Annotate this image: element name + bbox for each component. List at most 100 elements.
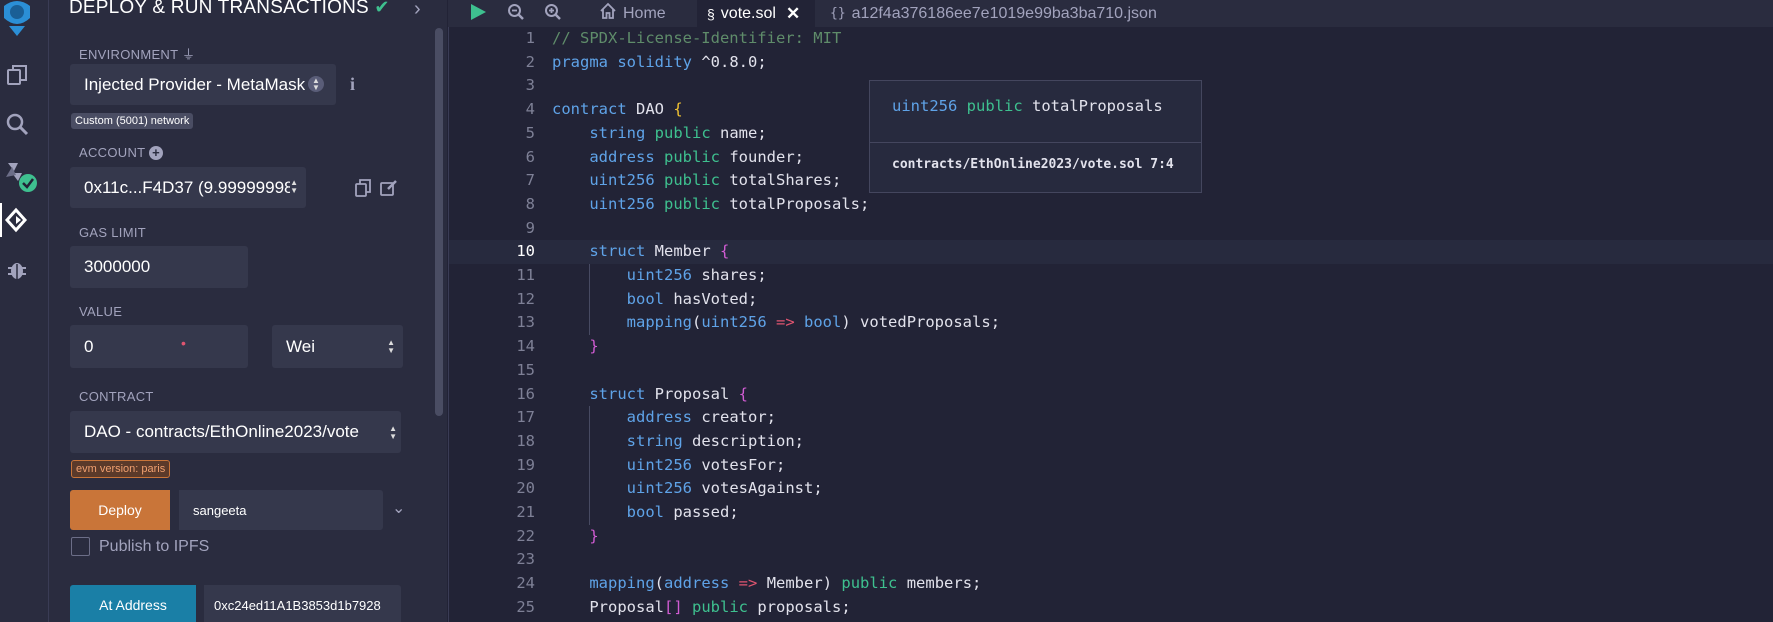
tab-json[interactable]: {} a12f4a376186ee7e1019e99ba3ba710.json <box>826 0 1157 27</box>
value-input[interactable]: 0 • <box>70 325 248 368</box>
file-explorer-icon[interactable] <box>0 58 34 92</box>
code-line[interactable]: 23 <box>448 548 1773 572</box>
run-script-icon[interactable] <box>468 2 488 27</box>
zoom-in-icon[interactable] <box>544 3 562 26</box>
hover-signature: uint256 public totalProposals <box>892 97 1163 115</box>
code-text: string public name; <box>589 123 767 142</box>
value-label: VALUE <box>79 304 123 319</box>
code-line[interactable]: 20 uint256 votesAgainst; <box>448 477 1773 501</box>
deploy-run-panel: DEPLOY & RUN TRANSACTIONS ✔ › ENVIRONMEN… <box>49 0 447 622</box>
solidity-icon: § <box>707 5 715 22</box>
tab-vote-sol[interactable]: § vote.sol ✕ <box>697 0 815 27</box>
at-address-button[interactable]: At Address <box>70 585 196 622</box>
line-number: 8 <box>525 194 535 213</box>
account-select[interactable]: 0x11c...F4D37 (9.99999998 ▲ ▼ <box>70 167 306 208</box>
code-line[interactable]: 1 // SPDX-License-Identifier: MIT <box>448 27 1773 51</box>
line-number: 11 <box>516 266 535 284</box>
deploy-args-input[interactable]: sangeeta <box>179 490 383 530</box>
select-arrows-icon: ▲ ▼ <box>387 338 395 355</box>
code-text: mapping(uint256 => bool) votedProposals; <box>626 313 1001 332</box>
code-line[interactable]: 21 bool passed; <box>448 501 1773 525</box>
chevron-right-icon[interactable]: › <box>414 0 421 21</box>
code-line[interactable]: 10 struct Member { <box>448 240 1773 264</box>
contract-select[interactable]: DAO - contracts/EthOnline2023/vote ▲ ▼ <box>70 411 401 453</box>
value-amount: 0 <box>84 336 94 356</box>
search-icon[interactable] <box>0 107 34 141</box>
chevron-down-icon[interactable]: ⌄ <box>392 498 405 518</box>
environment-select[interactable]: Injected Provider - MetaMask ▲ ▼ <box>70 64 336 105</box>
line-number: 9 <box>525 218 535 237</box>
code-line[interactable]: 11 uint256 shares; <box>448 264 1773 288</box>
select-arrows-icon: ▲ ▼ <box>308 76 324 92</box>
hover-separator <box>870 142 1201 143</box>
gas-limit-value: 3000000 <box>84 257 151 276</box>
info-icon[interactable]: i <box>350 74 355 95</box>
line-number: 16 <box>516 384 535 403</box>
code-line[interactable]: 22 } <box>448 525 1773 549</box>
line-number: 18 <box>516 431 535 450</box>
code-text: // SPDX-License-Identifier: MIT <box>552 29 842 47</box>
copy-icon[interactable] <box>355 179 371 202</box>
deploy-run-icon[interactable] <box>0 203 34 237</box>
line-number: 3 <box>525 76 535 95</box>
gas-limit-label: GAS LIMIT <box>79 225 146 240</box>
code-line[interactable]: 24 mapping(address => Member) public mem… <box>448 572 1773 596</box>
solidity-compiler-icon[interactable] <box>0 157 40 197</box>
edit-icon[interactable] <box>380 179 398 202</box>
add-account-icon[interactable]: + <box>149 146 164 160</box>
zoom-out-icon[interactable] <box>507 3 525 26</box>
code-text: contract DAO { <box>552 100 683 119</box>
gas-limit-input[interactable]: 3000000 <box>70 246 248 288</box>
publish-checkbox[interactable] <box>71 537 90 556</box>
tab-vote-sol-label: vote.sol <box>720 4 776 22</box>
home-icon <box>599 2 617 25</box>
value-unit-select[interactable]: Wei ▲ ▼ <box>272 325 403 368</box>
indent-guide <box>589 406 591 525</box>
code-line[interactable]: 13 mapping(uint256 => bool) votedProposa… <box>448 311 1773 335</box>
debugger-icon[interactable] <box>0 253 34 287</box>
deploy-button[interactable]: Deploy <box>70 490 170 530</box>
account-label: ACCOUNT + <box>79 145 164 160</box>
line-number: 22 <box>516 526 535 545</box>
code-line[interactable]: 19 uint256 votesFor; <box>448 454 1773 478</box>
remix-logo-icon[interactable] <box>0 0 34 38</box>
line-number: 13 <box>516 313 535 332</box>
contract-label: CONTRACT <box>79 389 154 404</box>
code-line[interactable]: 25 Proposal[] public proposals; <box>448 596 1773 620</box>
code-text: bool passed; <box>626 503 739 521</box>
code-text: mapping(address => Member) public member… <box>589 574 982 593</box>
at-address-input[interactable]: 0xc24ed11A1B3853d1b7928 <box>204 585 401 622</box>
line-number: 20 <box>516 479 535 498</box>
line-number: 7 <box>525 171 535 190</box>
code-text: pragma solidity ^0.8.0; <box>552 52 767 71</box>
code-text: uint256 public totalShares; <box>589 171 842 190</box>
publish-label: Publish to IPFS <box>99 538 210 555</box>
evm-version-badge: evm version: paris <box>71 460 171 478</box>
panel-scrollbar-thumb[interactable] <box>435 28 443 416</box>
code-line[interactable]: 14 } <box>448 335 1773 359</box>
code-text: struct Proposal { <box>589 384 749 403</box>
tab-json-label: a12f4a376186ee7e1019e99ba3ba710.json <box>851 4 1157 22</box>
close-tab-icon[interactable]: ✕ <box>786 4 800 24</box>
code-line[interactable]: 9 <box>448 217 1773 241</box>
code-line[interactable]: 17 address creator; <box>448 406 1773 430</box>
environment-value: Injected Provider - MetaMask <box>84 74 306 94</box>
line-number: 19 <box>516 455 535 474</box>
select-arrows-icon: ▲ ▼ <box>290 178 298 195</box>
line-number: 10 <box>516 242 535 261</box>
line-number: 12 <box>516 289 535 308</box>
panel-title: DEPLOY & RUN TRANSACTIONS ✔ <box>69 0 390 19</box>
line-number: 23 <box>516 550 535 569</box>
code-line[interactable]: 15 <box>448 359 1773 383</box>
code-text: bool hasVoted; <box>626 289 758 308</box>
code-line[interactable]: 12 bool hasVoted; <box>448 288 1773 312</box>
code-line[interactable]: 18 string description; <box>448 430 1773 454</box>
tab-home[interactable]: Home <box>591 0 688 27</box>
line-number: 6 <box>525 147 535 166</box>
hover-type: uint256 <box>892 97 958 115</box>
deploy-arg-value: sangeeta <box>193 502 247 518</box>
code-line[interactable]: 8 uint256 public totalProposals; <box>448 193 1773 217</box>
code-text: struct Member { <box>589 242 730 261</box>
code-line[interactable]: 2 pragma solidity ^0.8.0; <box>448 51 1773 75</box>
code-line[interactable]: 16 struct Proposal { <box>448 383 1773 407</box>
